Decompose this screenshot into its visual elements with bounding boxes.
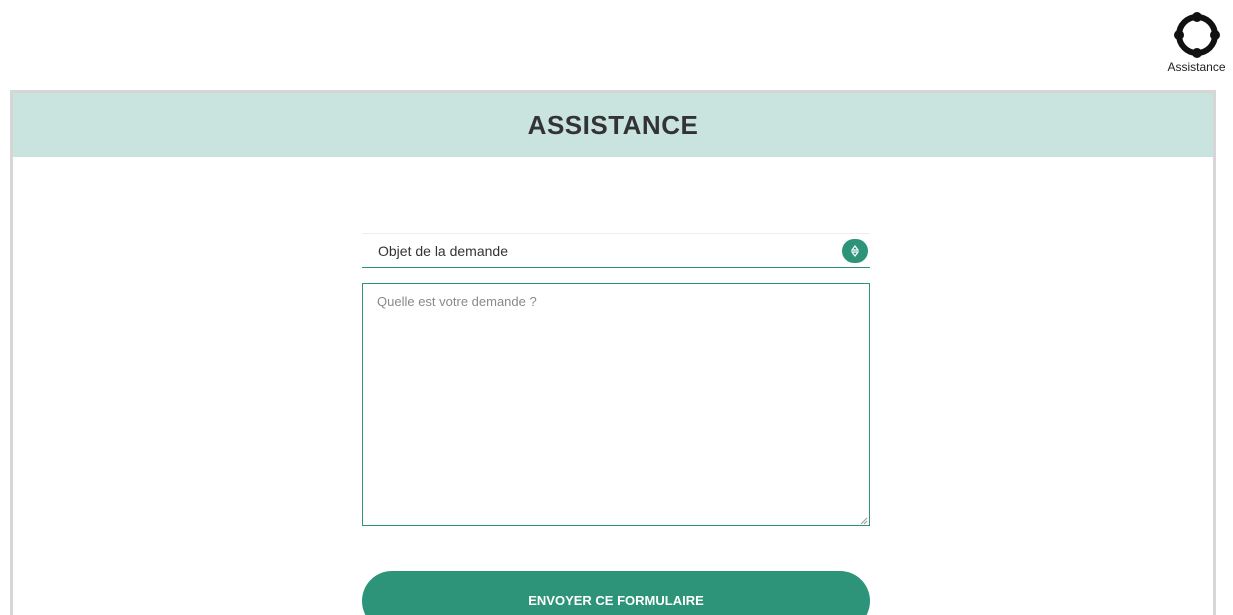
resize-grip-icon[interactable] <box>860 517 868 525</box>
subject-select[interactable]: Objet de la demande <box>362 233 870 268</box>
assistance-panel: ASSISTANCE Objet de la demande ENVOYER C… <box>10 90 1216 615</box>
page-title: ASSISTANCE <box>527 109 699 140</box>
submit-button[interactable]: ENVOYER CE FORMULAIRE <box>362 571 870 615</box>
subject-select-value: Objet de la demande <box>378 242 508 259</box>
request-textarea[interactable] <box>362 283 870 526</box>
lifebuoy-icon <box>1173 12 1220 58</box>
panel-header: ASSISTANCE <box>13 93 1213 157</box>
assistance-link[interactable]: Assistance <box>1160 10 1233 90</box>
assistance-link-label: Assistance <box>1167 60 1226 74</box>
select-arrows-icon[interactable] <box>842 239 868 263</box>
